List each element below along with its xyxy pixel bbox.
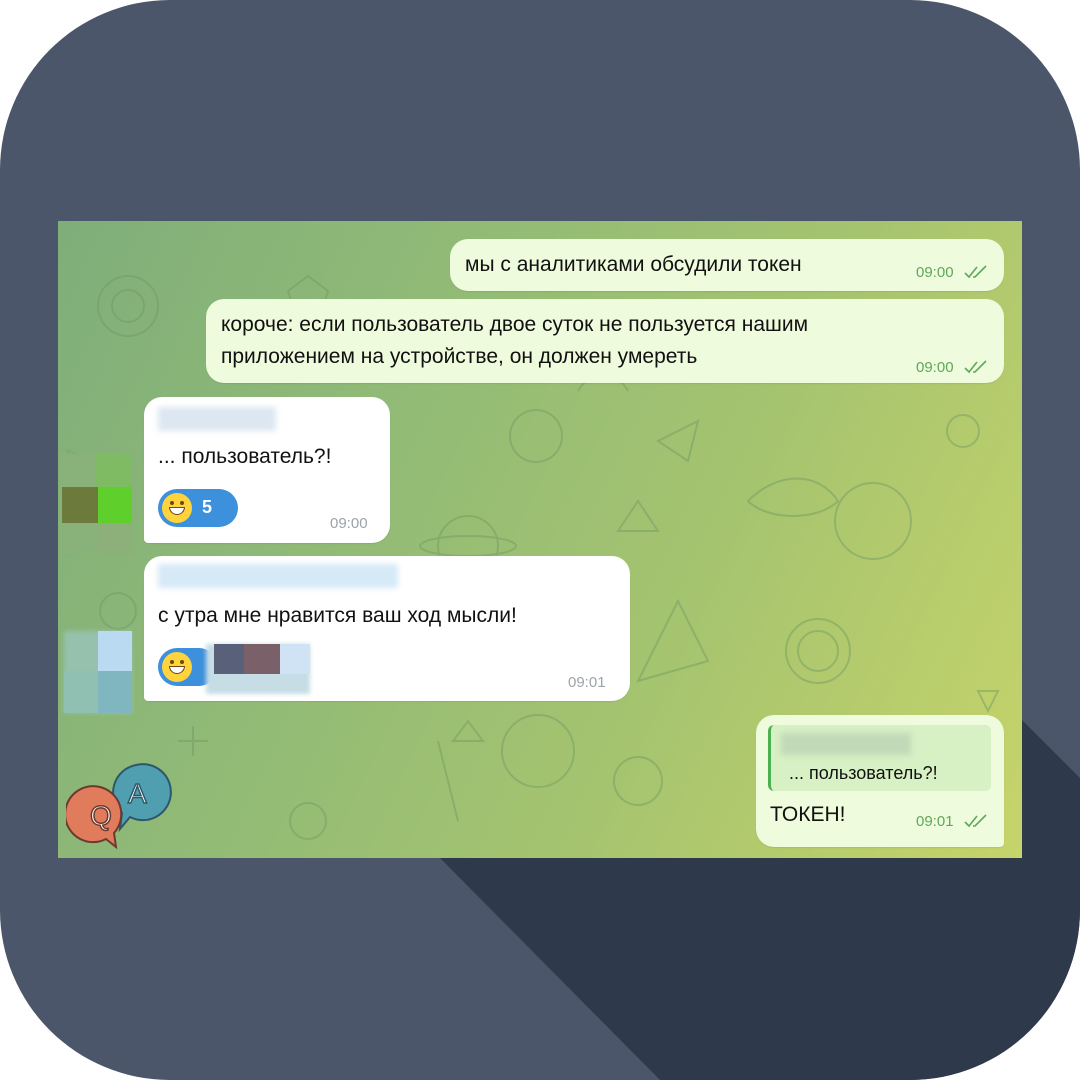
sender-name-redacted [158,407,276,431]
message-incoming-2[interactable]: с утра мне нравится ваш ход мысли! 09:01 [144,556,630,701]
grinning-face-icon [162,652,192,682]
read-ticks-icon [964,360,987,374]
chat-screenshot: мы с аналитиками обсудили токен 09:00 ко… [58,221,1022,858]
message-time: 09:00 [916,264,954,281]
message-time: 09:01 [916,813,954,830]
avatar[interactable] [64,631,132,713]
message-outgoing-1[interactable]: мы с аналитиками обсудили токен 09:00 [450,239,1004,291]
background-tile: мы с аналитиками обсудили токен 09:00 ко… [0,0,1080,1080]
message-time: 09:01 [568,674,606,691]
message-text-line-2: приложением на устройстве, он должен уме… [221,345,698,368]
message-text: ... пользователь?! [158,445,332,468]
grinning-face-icon [162,493,192,523]
message-time: 09:00 [330,515,368,532]
message-text-line-1: короче: если пользователь двое суток не … [221,313,809,336]
reply-quote[interactable]: ... пользователь?! [768,725,991,791]
qa-logo: Q A [66,763,172,849]
read-ticks-icon [964,265,987,279]
quoted-text: ... пользователь?! [789,763,938,783]
message-text: мы с аналитиками обсудили токен [465,253,802,276]
sender-name-redacted [158,564,398,588]
message-outgoing-3[interactable]: ... пользователь?! ТОКЕН! 09:01 [756,715,1004,847]
reaction-avatars-redacted [206,644,310,694]
message-incoming-1[interactable]: ... пользователь?! 5 09:00 [144,397,390,543]
message-time: 09:00 [916,359,954,376]
quoted-sender-redacted [781,733,911,755]
reaction-chip[interactable]: 5 [158,489,238,527]
message-text: ТОКЕН! [770,803,846,826]
qa-a-letter: A [128,778,147,809]
avatar[interactable] [60,453,132,553]
message-outgoing-2[interactable]: короче: если пользователь двое суток не … [206,299,1004,383]
reaction-count: 5 [202,497,213,517]
read-ticks-icon [964,814,987,828]
qa-q-letter: Q [90,800,112,831]
message-text: с утра мне нравится ваш ход мысли! [158,604,517,627]
